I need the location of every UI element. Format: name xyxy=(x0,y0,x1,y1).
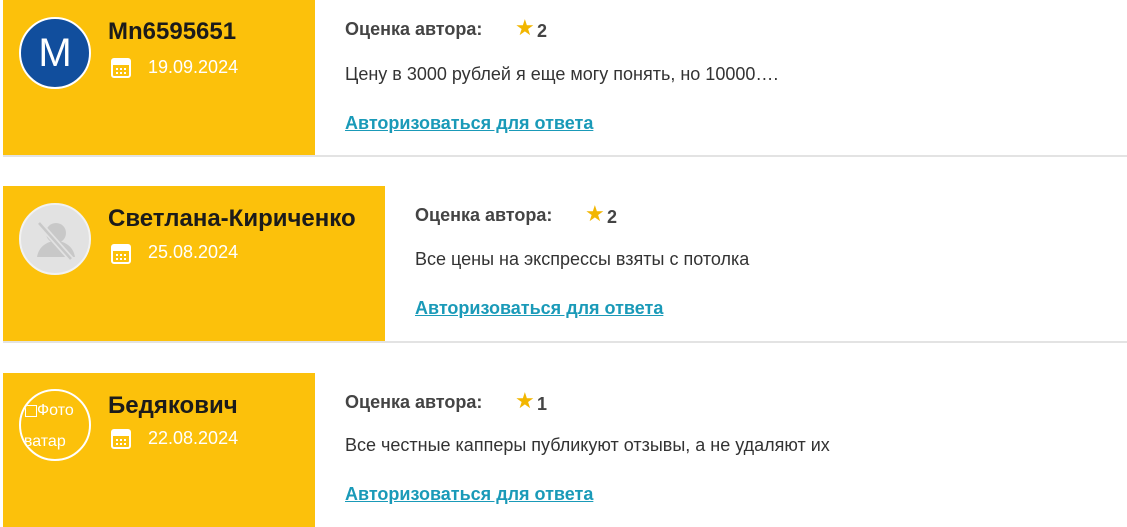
no-avatar-icon xyxy=(36,221,75,261)
rating-value: 2 xyxy=(537,21,548,41)
rating-label: Оценка автора: xyxy=(415,205,553,225)
rating-value: 2 xyxy=(607,207,618,227)
avatar: Фото аватар xyxy=(19,389,91,461)
review-date: 25.08.2024 xyxy=(148,242,239,262)
star-icon: ★ xyxy=(515,15,535,40)
avatar xyxy=(19,203,91,275)
review-date: 22.08.2024 xyxy=(148,428,239,448)
author-name[interactable]: Mn6595651 xyxy=(108,18,236,46)
star-icon: ★ xyxy=(515,388,535,413)
divider xyxy=(3,341,1127,343)
review-item: Светлана-Кириченко 25.08.2024 Оценка авт… xyxy=(0,186,1127,343)
star-icon: ★ xyxy=(585,201,605,226)
review-date: 19.09.2024 xyxy=(148,57,239,77)
authorize-to-reply-link[interactable]: Авторизоваться для ответа xyxy=(345,113,593,134)
author-name[interactable]: Бедякович xyxy=(108,392,238,420)
avatar-alt-text: аватар xyxy=(19,433,66,450)
avatar-alt-text: Фото xyxy=(25,401,74,421)
author-block: Светлана-Кириченко 25.08.2024 xyxy=(3,186,385,341)
rating-label: Оценка автора: xyxy=(345,392,483,412)
authorize-to-reply-link[interactable]: Авторизоваться для ответа xyxy=(415,298,663,319)
review-item: M Mn6595651 19.09.2024 Оценка автора: ★ … xyxy=(0,0,1127,157)
calendar-icon xyxy=(111,244,131,264)
calendar-icon xyxy=(111,429,131,449)
author-block: M Mn6595651 19.09.2024 xyxy=(3,0,315,155)
rating-label: Оценка автора: xyxy=(345,19,483,39)
avatar: M xyxy=(19,17,91,89)
review-text: Цену в 3000 рублей я еще могу понять, но… xyxy=(345,64,779,84)
divider xyxy=(3,155,1127,157)
broken-image-icon xyxy=(25,404,37,417)
review-text: Все цены на экспрессы взяты с потолка xyxy=(415,249,750,269)
authorize-to-reply-link[interactable]: Авторизоваться для ответа xyxy=(345,484,593,505)
rating-value: 1 xyxy=(537,394,548,414)
author-block: Фото аватар Бедякович 22.08.2024 xyxy=(3,373,315,527)
calendar-icon xyxy=(111,58,131,78)
author-name[interactable]: Светлана-Кириченко xyxy=(108,205,356,233)
review-item: Фото аватар Бедякович 22.08.2024 Оценка … xyxy=(0,373,1127,527)
review-text: Все честные капперы публикуют отзывы, а … xyxy=(345,435,830,455)
